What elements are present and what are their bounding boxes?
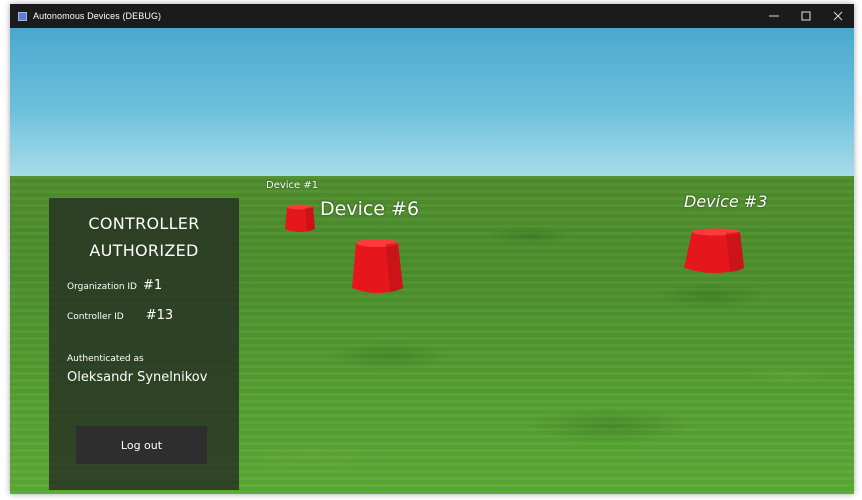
authenticated-label: Authenticated as [67, 354, 144, 364]
device-marker[interactable] [682, 228, 746, 276]
close-icon[interactable] [822, 4, 854, 28]
controller-label: Controller ID [67, 312, 124, 322]
app-window: Autonomous Devices (DEBUG) Device #1 Dev… [10, 4, 854, 494]
controller-row: Controller ID #13 [67, 308, 173, 323]
panel-title-line2: AUTHORIZED [89, 241, 199, 260]
minimize-icon[interactable] [758, 4, 790, 28]
sky [10, 28, 854, 178]
organization-label: Organization ID [67, 282, 137, 292]
controller-value: #13 [145, 308, 174, 323]
device-label: Device #3 [684, 192, 768, 211]
organization-row: Organization ID #1 [67, 278, 162, 293]
device-label: Device #1 [266, 180, 319, 191]
controller-panel: CONTROLLER AUTHORIZED Organization ID #1… [49, 198, 239, 490]
device-marker[interactable] [284, 204, 316, 234]
window-controls [758, 4, 854, 28]
app-icon [18, 11, 27, 21]
panel-title: CONTROLLER AUTHORIZED [49, 210, 239, 264]
organization-value: #1 [142, 278, 163, 293]
device-label: Device #6 [320, 198, 420, 220]
authenticated-name: Oleksandr Synelnikov [67, 370, 208, 385]
maximize-icon[interactable] [790, 4, 822, 28]
scene-viewport[interactable]: Device #1 Device #6 Device #3 CONTROLLER… [10, 28, 854, 494]
title-bar[interactable]: Autonomous Devices (DEBUG) [10, 4, 854, 28]
panel-title-line1: CONTROLLER [88, 214, 200, 233]
logout-button[interactable]: Log out [76, 426, 207, 464]
window-title: Autonomous Devices (DEBUG) [33, 11, 162, 21]
device-marker[interactable] [350, 238, 406, 296]
